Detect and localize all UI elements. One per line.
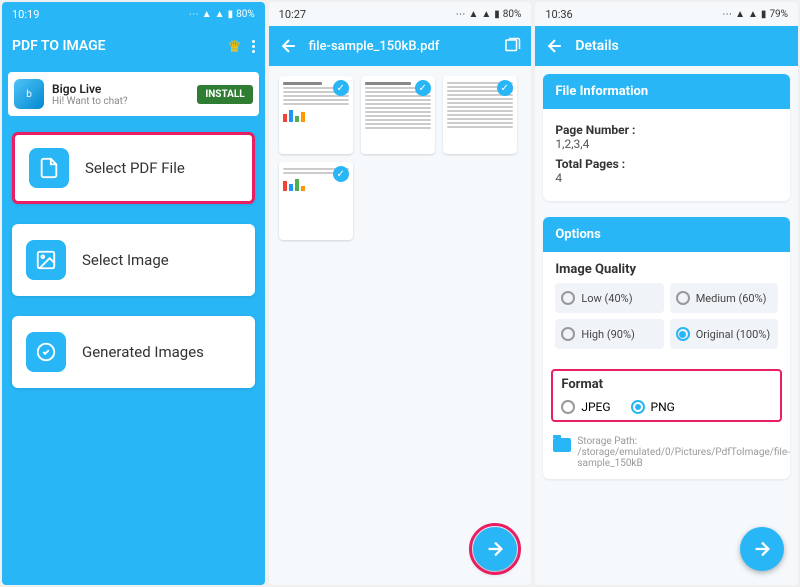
check-icon: ✓ — [333, 166, 349, 182]
page-grid: ✓ ✓ ✓ ✓ — [269, 66, 532, 250]
status-icons: ⋯▲▲▮79% — [722, 9, 788, 20]
format-jpeg[interactable]: JPEG — [561, 400, 610, 414]
status-icons: ⋯▲▲▮80% — [455, 9, 521, 20]
back-icon[interactable] — [545, 36, 565, 56]
file-title: file-sample_150kB.pdf — [309, 39, 494, 54]
select-pdf-label: Select PDF File — [85, 159, 185, 177]
select-all-icon[interactable] — [503, 37, 521, 55]
file-info-head: File Information — [543, 74, 790, 109]
check-icon: ✓ — [497, 80, 513, 96]
storage-path: Storage Path: /storage/emulated/0/Pictur… — [543, 430, 790, 479]
clock: 10:36 — [545, 8, 572, 21]
ad-title: Bigo Live — [52, 82, 189, 96]
battery-text: 79% — [769, 9, 788, 20]
app-bar: file-sample_150kB.pdf — [269, 26, 532, 66]
format-section: Format JPEG PNG — [551, 369, 782, 422]
options-card: Options Image Quality Low (40%) Medium (… — [543, 217, 790, 479]
menu-overflow-icon[interactable] — [252, 40, 255, 53]
app-bar: PDF TO IMAGE ♛ — [2, 26, 265, 66]
crown-icon[interactable]: ♛ — [227, 37, 241, 56]
battery-icon: ▮ — [761, 9, 767, 20]
quality-original[interactable]: Original (100%) — [670, 319, 778, 349]
generated-label: Generated Images — [82, 343, 204, 361]
app-title: PDF TO IMAGE — [12, 38, 217, 54]
page-thumbnail[interactable]: ✓ — [279, 162, 353, 240]
ad-banner[interactable]: b Bigo Live Hi! Want to chat? INSTALL — [8, 72, 259, 116]
options-head: Options — [543, 217, 790, 252]
select-image-button[interactable]: Select Image — [12, 224, 255, 296]
screen-details: 10:36 ⋯▲▲▮79% Details File Information P… — [535, 2, 798, 585]
battery-icon: ▮ — [228, 9, 234, 20]
quality-high[interactable]: High (90%) — [555, 319, 663, 349]
check-icon: ✓ — [415, 80, 431, 96]
clock: 10:27 — [279, 8, 306, 21]
folder-icon — [553, 438, 571, 452]
back-icon[interactable] — [279, 36, 299, 56]
status-bar: 10:27 ⋯▲▲▮80% — [269, 2, 532, 26]
select-image-label: Select Image — [82, 251, 169, 269]
format-png[interactable]: PNG — [631, 400, 675, 414]
check-icon: ✓ — [333, 80, 349, 96]
total-pages-value: 4 — [555, 171, 778, 185]
image-icon — [26, 240, 66, 280]
quality-low[interactable]: Low (40%) — [555, 283, 663, 313]
install-button[interactable]: INSTALL — [197, 85, 252, 104]
screen-home: 10:19 ⋯▲▲▮80% PDF TO IMAGE ♛ b Bigo Live… — [2, 2, 265, 585]
app-bar: Details — [535, 26, 798, 66]
next-fab[interactable] — [740, 527, 784, 571]
status-bar: 10:19 ⋯▲▲▮80% — [2, 2, 265, 26]
page-number-label: Page Number : — [555, 123, 778, 137]
generated-images-button[interactable]: Generated Images — [12, 316, 255, 388]
battery-icon: ▮ — [494, 9, 500, 20]
clock: 10:19 — [12, 8, 39, 21]
page-thumbnail[interactable]: ✓ — [443, 76, 517, 154]
page-thumbnail[interactable]: ✓ — [279, 76, 353, 154]
generated-icon — [26, 332, 66, 372]
format-label: Format — [561, 377, 772, 392]
pdf-icon — [29, 148, 69, 188]
page-thumbnail[interactable]: ✓ — [361, 76, 435, 154]
status-icons: ⋯▲▲▮80% — [189, 9, 255, 20]
ad-subtitle: Hi! Want to chat? — [52, 96, 189, 107]
total-pages-label: Total Pages : — [555, 157, 778, 171]
quality-medium[interactable]: Medium (60%) — [670, 283, 778, 313]
ad-logo-icon: b — [14, 79, 44, 109]
file-info-card: File Information Page Number : 1,2,3,4 T… — [543, 74, 790, 201]
next-fab[interactable] — [473, 527, 517, 571]
battery-text: 80% — [503, 9, 522, 20]
details-title: Details — [575, 38, 788, 54]
status-bar: 10:36 ⋯▲▲▮79% — [535, 2, 798, 26]
battery-text: 80% — [236, 9, 255, 20]
quality-label: Image Quality — [555, 262, 778, 277]
storage-text: Storage Path: /storage/emulated/0/Pictur… — [577, 436, 790, 469]
page-number-value: 1,2,3,4 — [555, 137, 778, 151]
screen-pages: 10:27 ⋯▲▲▮80% file-sample_150kB.pdf ✓ ✓ … — [269, 2, 532, 585]
select-pdf-button[interactable]: Select PDF File — [12, 132, 255, 204]
